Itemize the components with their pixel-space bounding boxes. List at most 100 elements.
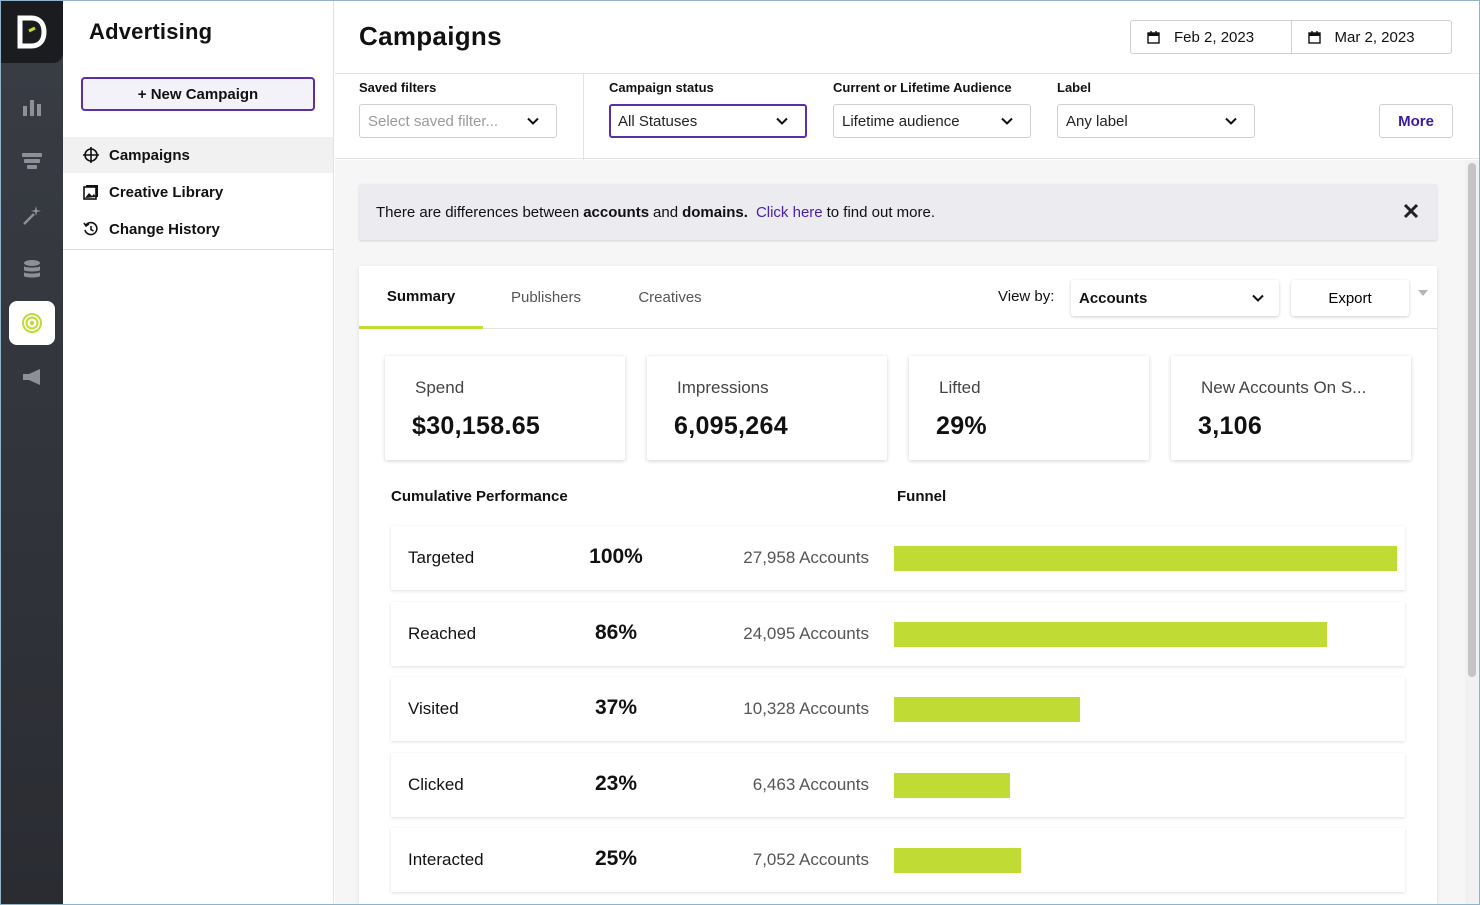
scrollbar-thumb[interactable] — [1468, 163, 1476, 677]
label-filter-value: Any label — [1066, 112, 1128, 130]
funnel-bar — [894, 848, 1021, 873]
label-filter-select[interactable]: Any label — [1057, 104, 1255, 138]
funnel-bar — [894, 772, 1010, 798]
funnel-stage-percent: 25% — [594, 847, 638, 870]
funnel-stage-name: Clicked — [408, 774, 464, 794]
bar-chart-icon — [23, 100, 41, 116]
rail-item-database[interactable] — [9, 247, 55, 291]
funnel-stage-accounts: 7,052 Accounts — [752, 850, 869, 869]
magic-wand-icon — [23, 206, 41, 225]
stat-value: 3,106 — [1198, 412, 1263, 440]
image-icon — [83, 184, 99, 200]
filter-divider — [583, 74, 584, 160]
sidebar-item-label: Campaigns — [109, 146, 190, 164]
scrollbar[interactable] — [1465, 160, 1479, 904]
chevron-down-icon — [1252, 294, 1264, 302]
rail-item-funnel[interactable] — [9, 139, 55, 183]
funnel-stage-percent: 86% — [594, 620, 638, 644]
funnel-bar — [894, 546, 1397, 571]
banner-bold-accounts: accounts — [583, 203, 650, 221]
banner-text: to find out more. — [826, 203, 936, 221]
sidebar-item-campaigns[interactable]: Campaigns — [63, 137, 333, 173]
export-button[interactable]: Export — [1291, 280, 1409, 316]
new-campaign-button[interactable]: + New Campaign — [81, 77, 315, 111]
funnel-row: Clicked 23% 6,463 Accounts — [391, 752, 1405, 817]
funnel-stage-accounts: 27,958 Accounts — [743, 548, 869, 567]
funnel-stage-name: Interacted — [408, 850, 484, 869]
sidebar-divider — [63, 249, 334, 250]
more-filters-button[interactable]: More — [1379, 104, 1453, 138]
sidebar-title: Advertising — [89, 19, 213, 44]
funnel-row: Visited 37% 10,328 Accounts — [391, 677, 1405, 741]
sidebar-nav: Campaigns Creative Library Change Histor… — [63, 137, 333, 248]
banner-bold-domains: domains. — [682, 203, 748, 221]
app-logo[interactable] — [1, 1, 63, 63]
close-icon[interactable] — [1401, 201, 1421, 221]
funnel-heading: Funnel — [897, 488, 947, 505]
stat-card-lifted: Lifted 29% — [909, 356, 1149, 460]
date-end[interactable]: Mar 2, 2023 — [1290, 21, 1452, 53]
calendar-icon — [1307, 30, 1321, 44]
date-start-label: Feb 2, 2023 — [1174, 28, 1255, 46]
caret-down-icon[interactable] — [1418, 290, 1428, 298]
chevron-down-icon — [1225, 117, 1237, 125]
funnel-icon — [22, 153, 42, 169]
rail-item-advertising[interactable] — [9, 301, 55, 345]
stat-card-spend: Spend $30,158.65 — [385, 356, 625, 460]
funnel-bar — [894, 697, 1080, 722]
stat-value: $30,158.65 — [412, 412, 541, 440]
funnel-stage-accounts: 6,463 Accounts — [752, 774, 869, 794]
sidebar-item-change-history[interactable]: Change History — [63, 211, 333, 247]
rail-item-campaigns[interactable] — [9, 355, 55, 399]
funnel-row: Targeted 100% 27,958 Accounts — [391, 526, 1405, 590]
sidebar-item-label: Creative Library — [109, 183, 224, 201]
summary-card: Summary Publishers Creatives View by: Ac… — [359, 266, 1437, 904]
chevron-down-icon — [776, 117, 788, 125]
funnel-stage-percent: 100% — [589, 545, 643, 568]
stat-value: 6,095,264 — [674, 412, 788, 440]
megaphone-icon — [23, 369, 40, 385]
stat-label: Spend — [415, 378, 465, 397]
view-by-label: View by: — [998, 288, 1055, 305]
rail-item-magic[interactable] — [9, 193, 55, 237]
date-start[interactable]: Feb 2, 2023 — [1131, 21, 1291, 53]
sidebar-item-creative-library[interactable]: Creative Library — [63, 174, 333, 210]
funnel-row: Reached 86% 24,095 Accounts — [391, 601, 1405, 666]
audience-select[interactable]: Lifetime audience — [833, 104, 1031, 138]
campaign-status-select[interactable]: All Statuses — [609, 104, 807, 138]
funnel-stage-accounts: 10,328 Accounts — [743, 699, 869, 718]
funnel-stage-name: Reached — [408, 623, 477, 643]
banner-text: There are differences between — [376, 203, 580, 221]
campaign-status-label: Campaign status — [609, 80, 714, 95]
tab-creatives[interactable]: Creatives — [615, 266, 725, 329]
page-title: Campaigns — [359, 21, 502, 51]
database-icon — [24, 260, 40, 278]
banner-link[interactable]: Click here — [756, 204, 823, 221]
funnel-stage-percent: 37% — [594, 696, 638, 719]
label-filter-label: Label — [1057, 80, 1091, 95]
saved-filters-select[interactable]: Select saved filter... — [359, 104, 557, 138]
funnel-stage-name: Targeted — [408, 548, 475, 567]
calendar-icon — [1147, 30, 1160, 44]
tab-publishers[interactable]: Publishers — [491, 266, 601, 329]
stat-card-new-accounts: New Accounts On S... 3,106 — [1171, 356, 1411, 460]
view-by-select[interactable]: Accounts — [1071, 280, 1279, 316]
date-end-label: Mar 2, 2023 — [1334, 28, 1415, 46]
content-area: There are differences between accounts a… — [335, 160, 1479, 904]
rail-item-analytics[interactable] — [9, 85, 55, 129]
stat-card-impressions: Impressions 6,095,264 — [647, 356, 887, 460]
cumulative-performance-heading: Cumulative Performance — [391, 488, 568, 505]
banner-text: and — [653, 203, 679, 221]
tab-summary[interactable]: Summary — [359, 266, 483, 329]
stat-label: Lifted — [939, 378, 981, 397]
funnel-stage-name: Visited — [408, 699, 459, 718]
filter-bar: Saved filters Select saved filter... Cam… — [335, 73, 1479, 160]
stat-label: Impressions — [677, 378, 769, 397]
campaign-status-value: All Statuses — [618, 112, 698, 130]
saved-filters-label: Saved filters — [359, 80, 437, 95]
funnel-bar — [894, 621, 1327, 647]
funnel-stage-accounts: 24,095 Accounts — [743, 623, 869, 643]
main-area: Campaigns Feb 2, 2023 Mar 2, 2023 Saved … — [335, 1, 1479, 904]
logo-icon — [17, 15, 47, 49]
chevron-down-icon — [527, 117, 539, 125]
